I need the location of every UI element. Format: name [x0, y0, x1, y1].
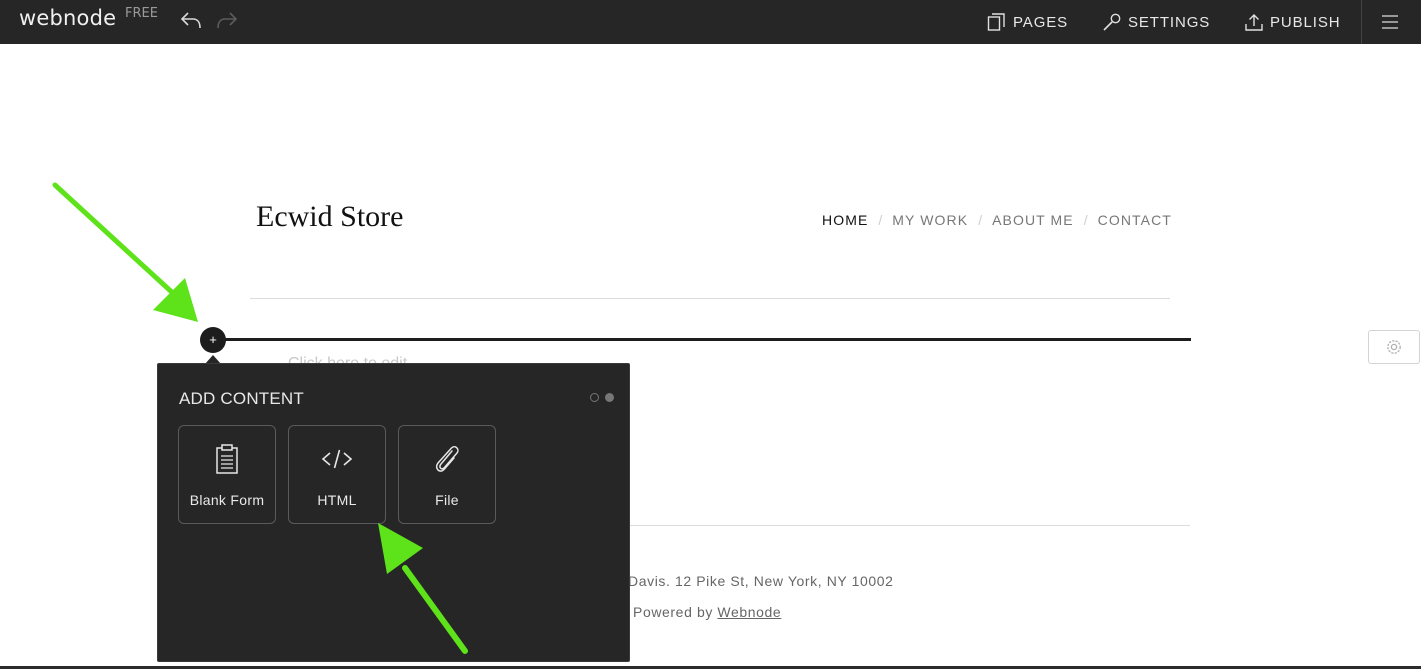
add-content-button[interactable]: + [200, 327, 226, 353]
file-label: File [435, 492, 459, 508]
publish-label: PUBLISH [1270, 13, 1341, 31]
settings-button[interactable]: SETTINGS [1102, 0, 1210, 44]
upload-icon [1245, 14, 1263, 31]
nav-item-contact[interactable]: CONTACT [1098, 212, 1172, 228]
header-divider [250, 298, 1170, 299]
nav-separator: / [978, 212, 983, 228]
pages-label: PAGES [1013, 13, 1069, 31]
annotation-arrow-add-button [52, 182, 198, 322]
nav-item-home[interactable]: HOME [822, 212, 868, 228]
footer-address: Davis. 12 Pike St, New York, NY 10002 [628, 573, 894, 589]
section-settings-button[interactable] [1368, 330, 1420, 364]
settings-label: SETTINGS [1128, 13, 1211, 31]
pages-button[interactable]: PAGES [987, 0, 1068, 44]
nav-item-my-work[interactable]: MY WORK [892, 212, 968, 228]
add-content-panel: ADD CONTENT Blank Form HTML File [157, 363, 630, 662]
nav-separator: / [1083, 212, 1088, 228]
undo-icon[interactable] [179, 8, 203, 32]
pager-dot-2[interactable] [605, 393, 614, 402]
file-tile[interactable]: File [398, 425, 496, 524]
hamburger-menu-icon[interactable] [1378, 10, 1402, 34]
plan-badge: FREE [125, 6, 158, 21]
html-label: HTML [317, 492, 357, 508]
editor-toolbar: webnode FREE PAGES SETTINGS PUBLISH [0, 0, 1421, 44]
webnode-link[interactable]: Webnode [717, 604, 781, 620]
html-tile[interactable]: HTML [288, 425, 386, 524]
blank-form-label: Blank Form [189, 492, 265, 508]
insert-content-line [222, 338, 1191, 341]
blank-form-tile[interactable]: Blank Form [178, 425, 276, 524]
panel-title: ADD CONTENT [179, 389, 304, 408]
site-title[interactable]: Ecwid Store [256, 200, 403, 234]
powered-by-text: Powered by [633, 604, 718, 620]
publish-button[interactable]: PUBLISH [1244, 0, 1341, 44]
nav-item-about-me[interactable]: ABOUT ME [992, 212, 1074, 228]
webnode-logo: webnode [19, 6, 117, 30]
paperclip-icon [399, 442, 495, 476]
redo-icon[interactable] [215, 8, 239, 32]
panel-pager [584, 393, 614, 402]
gear-icon [1387, 340, 1401, 354]
pager-dot-1[interactable] [590, 393, 599, 402]
footer-powered-by: Powered by Webnode [633, 604, 781, 620]
pages-icon [987, 13, 1005, 31]
toolbar-divider [1361, 0, 1362, 44]
nav-separator: / [878, 212, 883, 228]
form-icon [179, 442, 275, 476]
code-icon [289, 442, 385, 476]
site-nav: HOME / MY WORK / ABOUT ME / CONTACT [822, 212, 1172, 228]
wrench-icon [1103, 13, 1121, 31]
